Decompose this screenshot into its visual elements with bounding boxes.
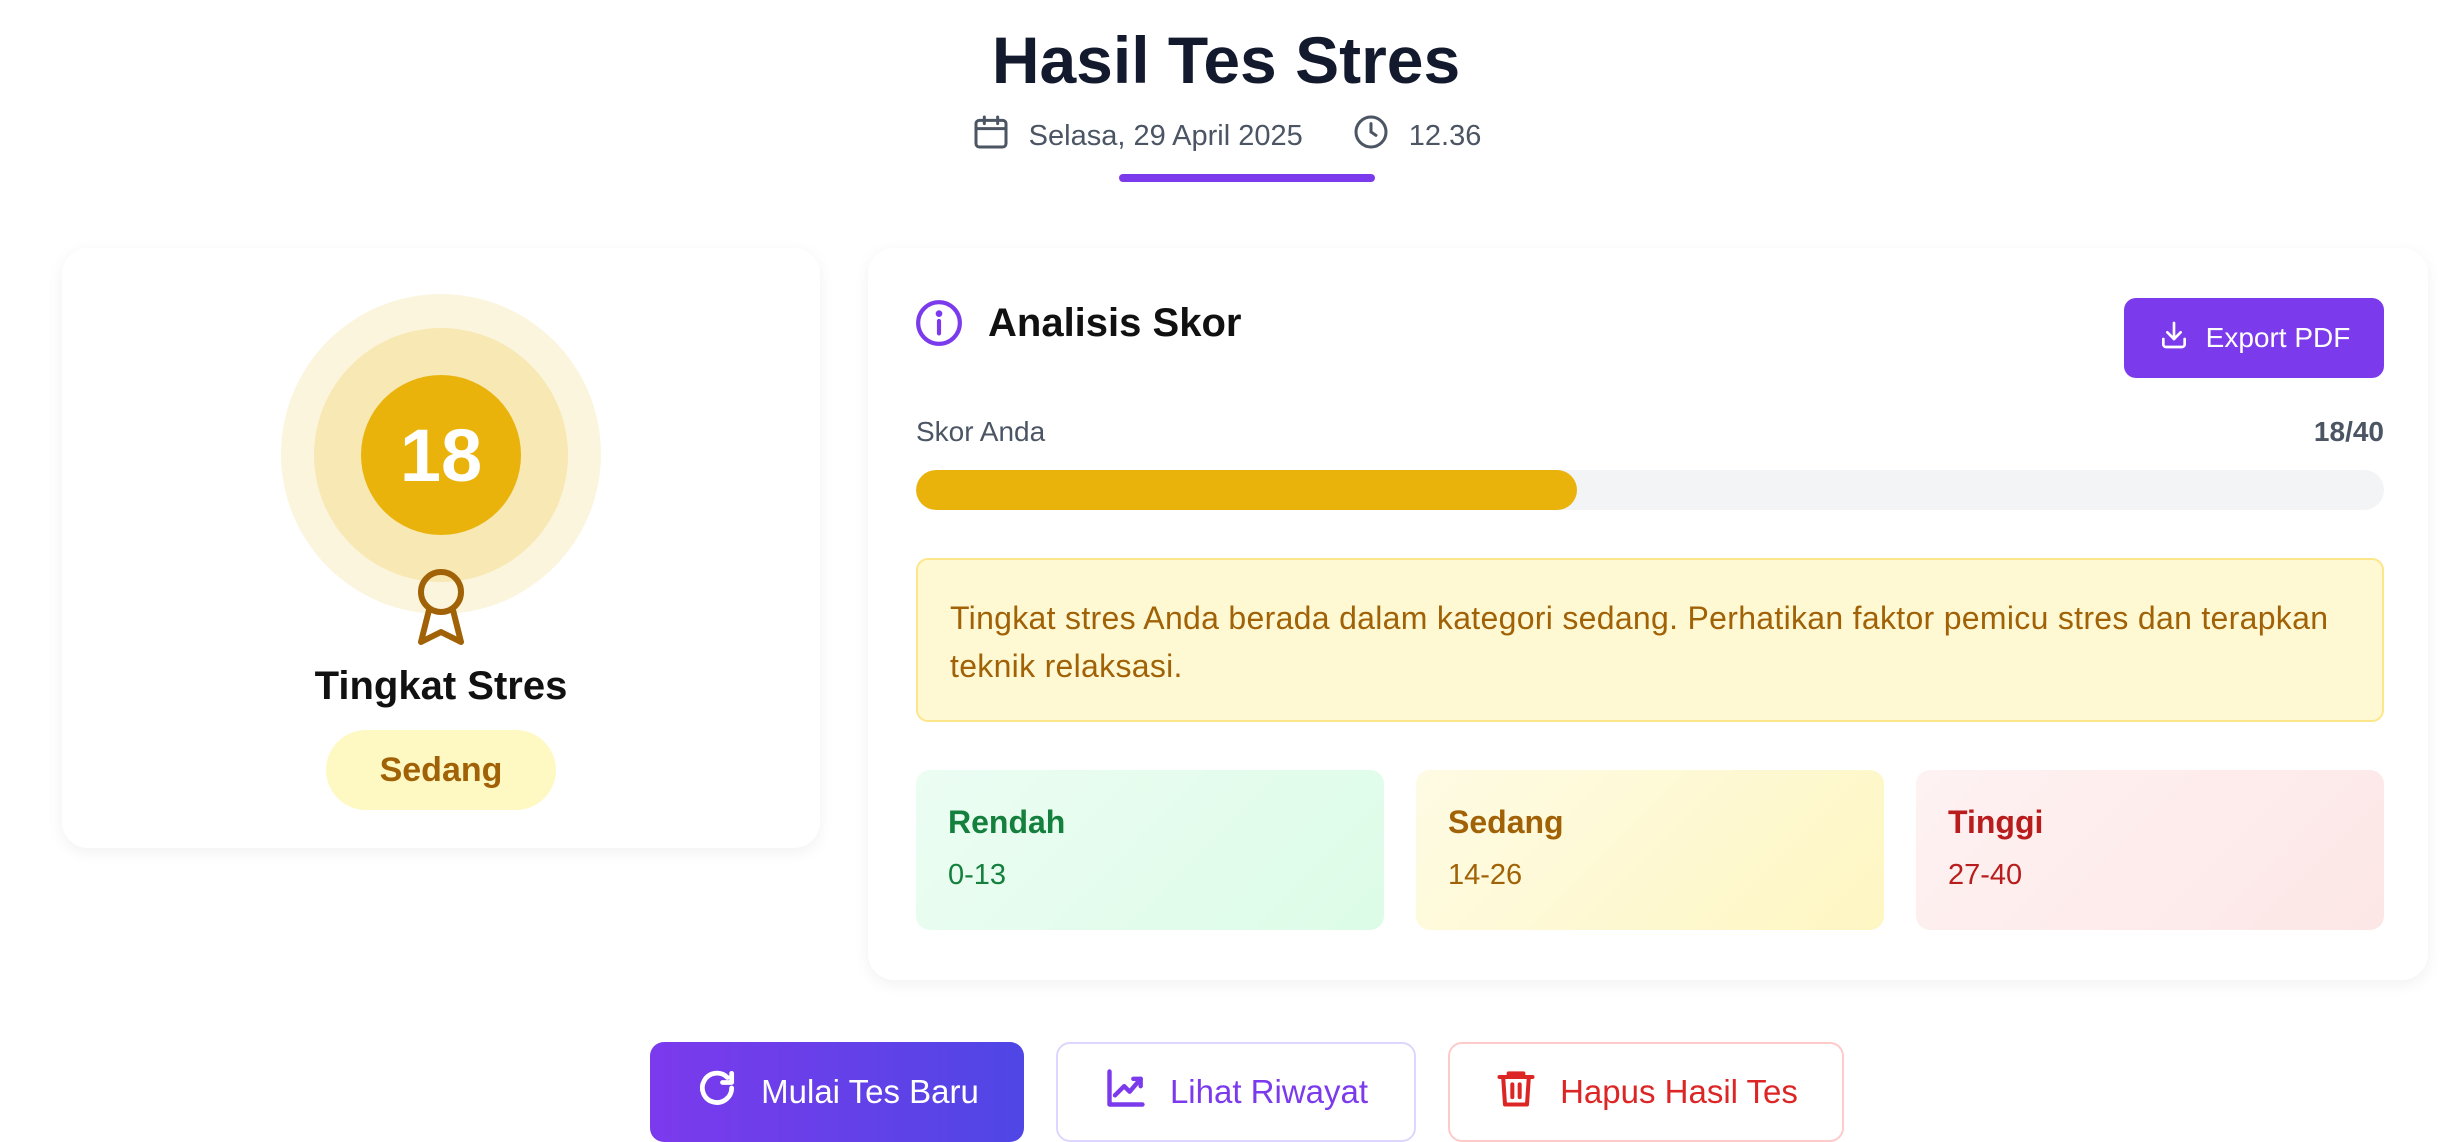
clock-icon — [1351, 112, 1391, 160]
time-info: 12.36 — [1351, 112, 1482, 160]
export-pdf-button[interactable]: Export PDF — [2124, 298, 2384, 378]
delete-result-label: Hapus Hasil Tes — [1560, 1073, 1798, 1110]
analysis-title: Analisis Skor — [988, 301, 1242, 345]
new-test-label: Mulai Tes Baru — [761, 1073, 979, 1110]
range-value: 0-13 — [948, 859, 1007, 891]
score-label: Skor Anda — [916, 416, 1046, 447]
test-meta: Selasa, 29 April 2025 12.36 — [0, 112, 2452, 160]
calendar-icon — [971, 112, 1011, 160]
stress-level-label: Tingkat Stres — [314, 664, 568, 708]
view-history-button[interactable]: Lihat Riwayat — [1056, 1042, 1416, 1142]
score-progress-bar — [916, 470, 2384, 510]
range-value: 14-26 — [1448, 859, 1523, 891]
award-icon — [410, 566, 472, 648]
delete-result-button[interactable]: Hapus Hasil Tes — [1448, 1042, 1844, 1142]
view-history-label: Lihat Riwayat — [1169, 1073, 1369, 1110]
stress-note: Tingkat stres Anda berada dalam kategori… — [916, 558, 2384, 722]
chart-line-icon — [1104, 1066, 1148, 1118]
test-date: Selasa, 29 April 2025 — [1028, 119, 1303, 152]
range-name: Rendah — [948, 804, 1066, 840]
range-name: Sedang — [1448, 804, 1564, 840]
range-card-moderate: Sedang 14-26 — [1416, 770, 1884, 930]
test-time: 12.36 — [1408, 119, 1482, 152]
header-underline — [1119, 174, 1375, 182]
stress-level-badge: Sedang — [326, 730, 556, 810]
range-card-high: Tinggi 27-40 — [1916, 770, 2384, 930]
score-circle: 18 — [361, 375, 521, 535]
score-progress-fill — [916, 470, 1577, 510]
refresh-icon — [695, 1066, 739, 1118]
date-info: Selasa, 29 April 2025 — [971, 112, 1303, 160]
range-value: 27-40 — [1948, 859, 2023, 891]
page-title: Hasil Tes Stres — [991, 23, 1461, 97]
new-test-button[interactable]: Mulai Tes Baru — [650, 1042, 1024, 1142]
export-pdf-label: Export PDF — [2205, 322, 2351, 353]
trash-icon — [1494, 1066, 1538, 1118]
range-card-low: Rendah 0-13 — [916, 770, 1384, 930]
range-name: Tinggi — [1948, 804, 2044, 840]
info-icon — [914, 298, 964, 348]
download-icon — [2158, 319, 2190, 358]
score-value: 18/40 — [2313, 416, 2384, 447]
